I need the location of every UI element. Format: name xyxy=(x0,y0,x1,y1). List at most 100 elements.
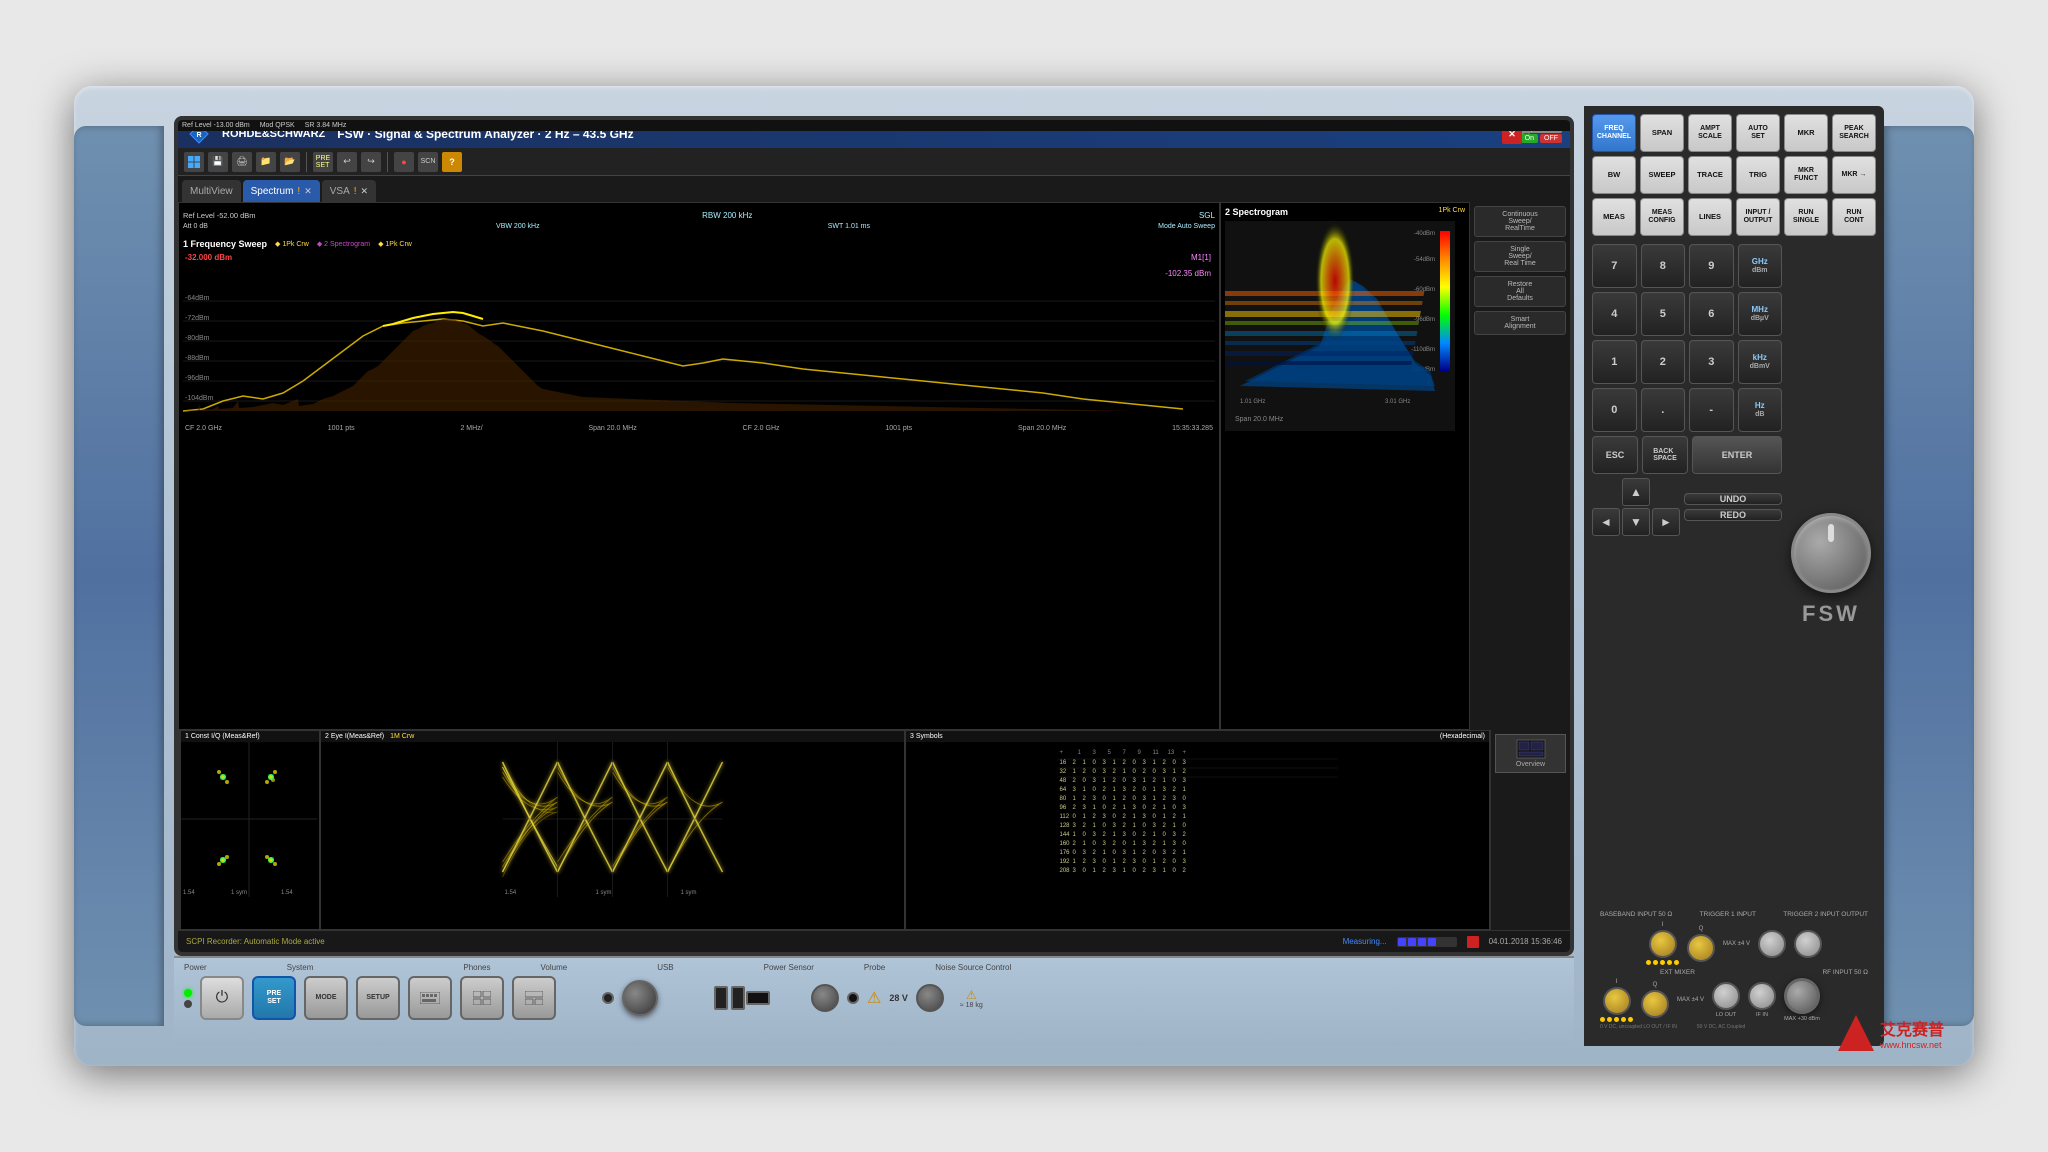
save-icon[interactable]: 💾 xyxy=(208,152,228,172)
folder-icon[interactable]: 📁 xyxy=(256,152,276,172)
spectrum-params: Ref Level -52.00 dBm RBW 200 kHz SGL xyxy=(183,207,1215,223)
help-icon[interactable]: ? xyxy=(442,152,462,172)
power-button[interactable]: ⏻ xyxy=(200,976,244,1020)
undo-icon[interactable]: ↩ xyxy=(337,152,357,172)
trig-btn[interactable]: TRIG xyxy=(1736,156,1780,194)
svg-text:1: 1 xyxy=(1123,769,1127,775)
tab-vsa[interactable]: VSA ! ✕ xyxy=(322,180,376,202)
trace-btn[interactable]: TRACE xyxy=(1688,156,1732,194)
svg-text:1: 1 xyxy=(1113,760,1117,766)
seq-on[interactable]: On xyxy=(1521,134,1538,143)
svg-text:1: 1 xyxy=(1113,796,1117,802)
svg-text:64: 64 xyxy=(1060,787,1067,793)
meas-config-btn[interactable]: MEAS CONFIG xyxy=(1640,198,1684,236)
mkr-funct-btn[interactable]: MKR FUNCT xyxy=(1784,156,1828,194)
key-7[interactable]: 7 xyxy=(1592,244,1637,288)
svg-text:3: 3 xyxy=(1173,832,1177,838)
undo-btn[interactable]: UNDO xyxy=(1684,493,1782,505)
baseband-i-connector: I xyxy=(1646,922,1679,965)
backspace-btn[interactable]: BACKSPACE xyxy=(1642,436,1688,474)
system-label: System xyxy=(287,963,314,972)
pre-set-button[interactable]: PRESET xyxy=(252,976,296,1020)
legend-2spec: ◆ 2 Spectrogram xyxy=(317,240,370,248)
svg-text:2: 2 xyxy=(1153,805,1157,811)
preset-icon[interactable]: PRESET xyxy=(313,152,333,172)
key-khz[interactable]: kHzdBmV xyxy=(1738,340,1783,384)
arrow-left-btn[interactable]: ◄ xyxy=(1592,508,1620,536)
key-mhz[interactable]: MHzdBµV xyxy=(1738,292,1783,336)
windows-icon[interactable] xyxy=(184,152,204,172)
key-dot[interactable]: . xyxy=(1641,388,1686,432)
esc-btn[interactable]: ESC xyxy=(1592,436,1638,474)
mhz-div-label: 2 MHz/ xyxy=(460,425,482,432)
svg-text:208: 208 xyxy=(1060,868,1071,874)
key-0[interactable]: 0 xyxy=(1592,388,1637,432)
peak-search-btn[interactable]: PEAK SEARCH xyxy=(1832,114,1876,152)
single-sweep-btn[interactable]: SingleSweep/Real Time xyxy=(1474,241,1566,272)
enter-btn[interactable]: ENTER xyxy=(1692,436,1782,474)
key-8[interactable]: 8 xyxy=(1641,244,1686,288)
restore-btn[interactable]: RestoreAllDefaults xyxy=(1474,276,1566,307)
lines-btn[interactable]: LINES xyxy=(1688,198,1732,236)
key-5[interactable]: 5 xyxy=(1641,292,1686,336)
rotary-knob[interactable] xyxy=(1791,513,1871,593)
setup-button[interactable]: SETUP xyxy=(356,976,400,1020)
display2-button[interactable] xyxy=(512,976,556,1020)
run-single-btn[interactable]: RUN SINGLE xyxy=(1784,198,1828,236)
mode-button[interactable]: MODE xyxy=(304,976,348,1020)
svg-text:3: 3 xyxy=(1163,769,1167,775)
bw-btn[interactable]: BW xyxy=(1592,156,1636,194)
freq-channel-btn[interactable]: FREQ CHANNEL xyxy=(1592,114,1636,152)
ampt-scale-btn[interactable]: AMPT SCALE xyxy=(1688,114,1732,152)
usb-port-3[interactable] xyxy=(746,991,770,1005)
svg-text:0: 0 xyxy=(1173,859,1177,865)
noise-label: Noise Source Control xyxy=(935,963,1011,972)
svg-text:Span 20.0 MHz: Span 20.0 MHz xyxy=(1235,416,1284,423)
rec-icon[interactable]: ● xyxy=(394,152,414,172)
usb-port-1[interactable] xyxy=(714,986,728,1010)
key-9[interactable]: 9 xyxy=(1689,244,1734,288)
span-btn[interactable]: SPAN xyxy=(1640,114,1684,152)
open-icon[interactable]: 📂 xyxy=(280,152,300,172)
input-output-btn[interactable]: INPUT / OUTPUT xyxy=(1736,198,1780,236)
smart-align-btn[interactable]: SmartAlignment xyxy=(1474,311,1566,335)
svg-text:2: 2 xyxy=(1173,850,1177,856)
svg-text:R: R xyxy=(196,132,201,139)
redo-icon[interactable]: ↪ xyxy=(361,152,381,172)
mkr-btn[interactable]: MKR xyxy=(1784,114,1828,152)
tab-spectrum[interactable]: Spectrum ! ✕ xyxy=(243,180,320,202)
keyboard-button[interactable] xyxy=(408,976,452,1020)
svg-text:2: 2 xyxy=(1093,850,1097,856)
arrow-down-btn[interactable]: ▼ xyxy=(1622,508,1650,536)
arrow-up-btn[interactable]: ▲ xyxy=(1622,478,1650,506)
key-6[interactable]: 6 xyxy=(1689,292,1734,336)
key-hz[interactable]: HzdB xyxy=(1738,388,1783,432)
continuous-sweep-btn[interactable]: ContinuousSweep/RealTime xyxy=(1474,206,1566,237)
svg-text:2: 2 xyxy=(1113,769,1117,775)
print-icon[interactable]: 🖨 xyxy=(232,152,252,172)
redo-btn[interactable]: REDO xyxy=(1684,509,1782,521)
rf-input-connector: MAX +30 dBm xyxy=(1784,978,1820,1022)
key-4[interactable]: 4 xyxy=(1592,292,1637,336)
display-button[interactable] xyxy=(460,976,504,1020)
meas-btn[interactable]: MEAS xyxy=(1592,198,1636,236)
run-cont-btn[interactable]: RUN CONT xyxy=(1832,198,1876,236)
tab-multiview[interactable]: MultiView xyxy=(182,180,241,202)
seq-off[interactable]: OFF xyxy=(1540,134,1562,143)
arrow-right-btn[interactable]: ► xyxy=(1652,508,1680,536)
volume-knob[interactable] xyxy=(622,980,658,1016)
key-ghz[interactable]: GHzdBm xyxy=(1738,244,1783,288)
progress-seg3 xyxy=(1418,938,1426,946)
sweep-btn[interactable]: SWEEP xyxy=(1640,156,1684,194)
key-1[interactable]: 1 xyxy=(1592,340,1637,384)
key-3[interactable]: 3 xyxy=(1689,340,1734,384)
auto-set-btn[interactable]: AUTO SET xyxy=(1736,114,1780,152)
key-minus[interactable]: - xyxy=(1689,388,1734,432)
bnc-if xyxy=(1748,982,1776,1010)
scpi-icon[interactable]: SCN xyxy=(418,152,438,172)
overview-btn[interactable]: Overview xyxy=(1495,734,1566,773)
svg-text:2: 2 xyxy=(1143,832,1147,838)
mkr-arrow-btn[interactable]: MKR → xyxy=(1832,156,1876,194)
key-2[interactable]: 2 xyxy=(1641,340,1686,384)
usb-port-2[interactable] xyxy=(731,986,745,1010)
